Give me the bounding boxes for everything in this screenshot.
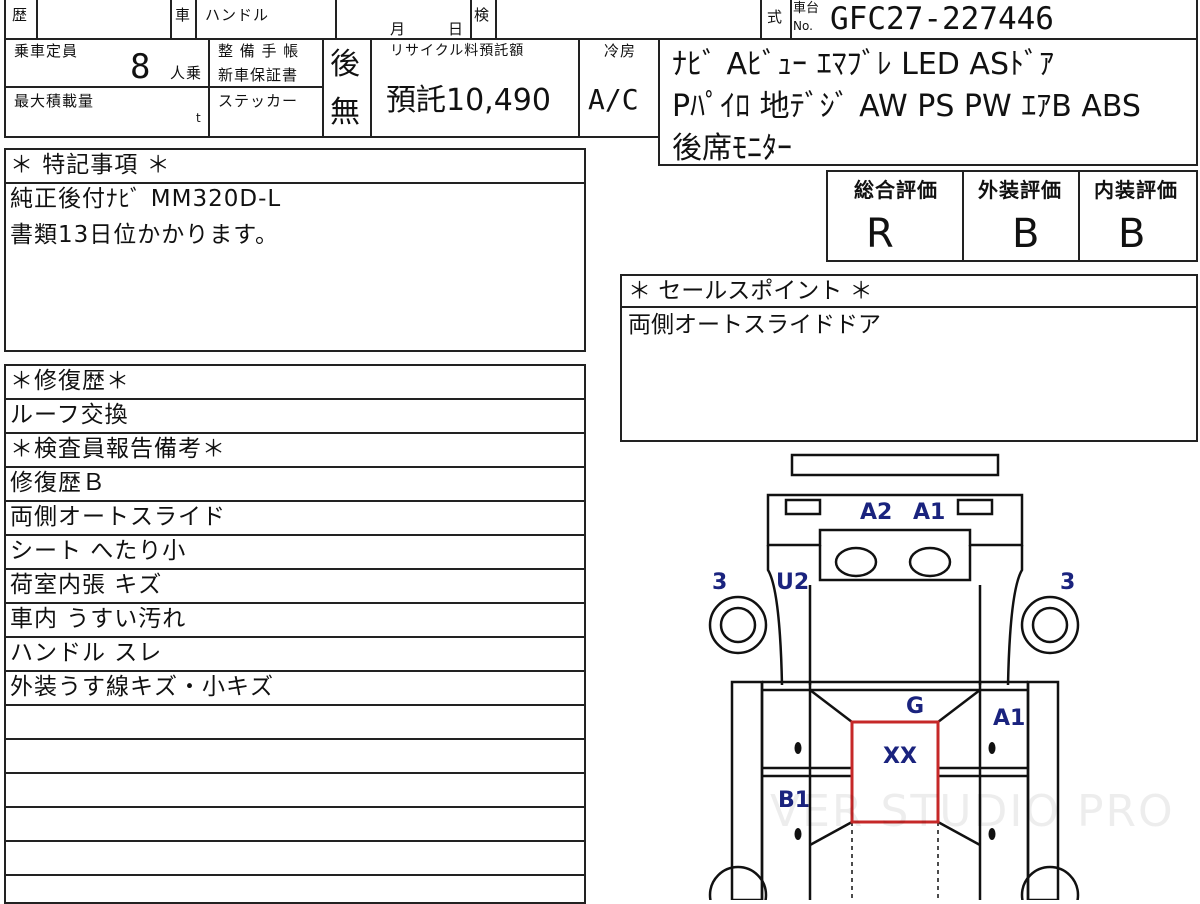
sticker-value: 無 xyxy=(330,95,360,130)
interior-value: B xyxy=(1118,211,1146,257)
inspector-note: 両側オートスライド xyxy=(10,504,226,530)
capacity-unit: 人乗 xyxy=(170,64,203,82)
handle-label: ハンドル xyxy=(205,6,270,24)
maintenance-label-2: 新車保証書 xyxy=(218,66,299,84)
mark-g: G xyxy=(906,694,925,719)
exterior-value: B xyxy=(1012,211,1040,257)
month-label: 月 xyxy=(390,20,407,38)
special-notes-line-2: 書類13日位かかります。 xyxy=(10,222,279,248)
inspector-note: 車内 うすい汚れ xyxy=(10,606,187,632)
inspector-note: 荷室内張 キズ xyxy=(10,572,163,598)
interior-label: 内装評価 xyxy=(1094,178,1178,202)
inspection-label: 検 xyxy=(474,6,491,24)
mark-xx: XX xyxy=(883,744,917,769)
max-load-label: 最大積載量 xyxy=(14,92,95,110)
overall-value: R xyxy=(866,211,894,257)
day-label: 日 xyxy=(448,20,465,38)
special-notes-title: ＊ 特記事項 ＊ xyxy=(10,152,171,178)
chassis-label-no: No. xyxy=(793,19,813,33)
maintenance-value: 後 xyxy=(330,47,360,82)
mark-a1-right: A1 xyxy=(993,706,1026,731)
recycle-label: リサイクル料預託額 xyxy=(390,43,525,59)
mark-u2: U2 xyxy=(776,570,810,595)
recycle-value: 預託10,490 xyxy=(386,83,551,118)
mark-right-3: 3 xyxy=(1060,570,1076,595)
inspector-note: シート へたり小 xyxy=(10,538,187,564)
watermark: VER STUDIO PRO xyxy=(770,786,1175,837)
mark-left-3: 3 xyxy=(712,570,728,595)
mark-a2: A2 xyxy=(860,500,893,525)
sales-points-title: ＊ セールスポイント ＊ xyxy=(628,278,873,304)
sticker-label: ステッカー xyxy=(218,92,299,110)
capacity-value: 8 xyxy=(130,47,151,87)
inspector-notes-title: ＊検査員報告備考＊ xyxy=(10,436,226,462)
inspector-note: ハンドル スレ xyxy=(10,640,163,666)
repair-history-line-1: ルーフ交換 xyxy=(10,402,129,428)
mark-a1-top: A1 xyxy=(913,500,946,525)
sales-points-line-1: 両側オートスライドドア xyxy=(628,312,881,338)
history-label: 歴 xyxy=(12,6,29,24)
chassis-number: GFC27-227446 xyxy=(830,1,1054,37)
chassis-label-top: 車台 xyxy=(793,1,820,16)
type-label: 式 xyxy=(767,8,784,26)
equipment-line-1: ﾅﾋﾞ Aﾋﾞｭｰ ｴﾏﾌﾞﾚ LED ASﾄﾞｱ xyxy=(672,47,1055,82)
maintenance-label-1: 整 備 手 帳 xyxy=(218,42,300,60)
exterior-label: 外装評価 xyxy=(978,178,1062,202)
car-label: 車 xyxy=(175,6,192,24)
cooler-value: A/C xyxy=(588,83,639,116)
capacity-label: 乗車定員 xyxy=(14,42,79,60)
special-notes-box xyxy=(4,148,586,352)
special-notes-line-1: 純正後付ﾅﾋﾞ MM320D-L xyxy=(10,186,282,212)
inspector-note: 修復歴Ｂ xyxy=(10,470,106,496)
repair-history-title: ＊修復歴＊ xyxy=(10,368,130,394)
equipment-line-2: Pﾊﾟｲﾛ 地ﾃﾞｼﾞ AW PS PW ｴｱB ABS xyxy=(672,89,1141,124)
overall-label: 総合評価 xyxy=(854,178,938,202)
inspector-note: 外装うす線キズ・小キズ xyxy=(10,674,274,700)
max-load-unit: t xyxy=(196,111,202,125)
equipment-line-3: 後席ﾓﾆﾀｰ xyxy=(672,131,792,166)
cooler-label: 冷房 xyxy=(604,42,637,60)
